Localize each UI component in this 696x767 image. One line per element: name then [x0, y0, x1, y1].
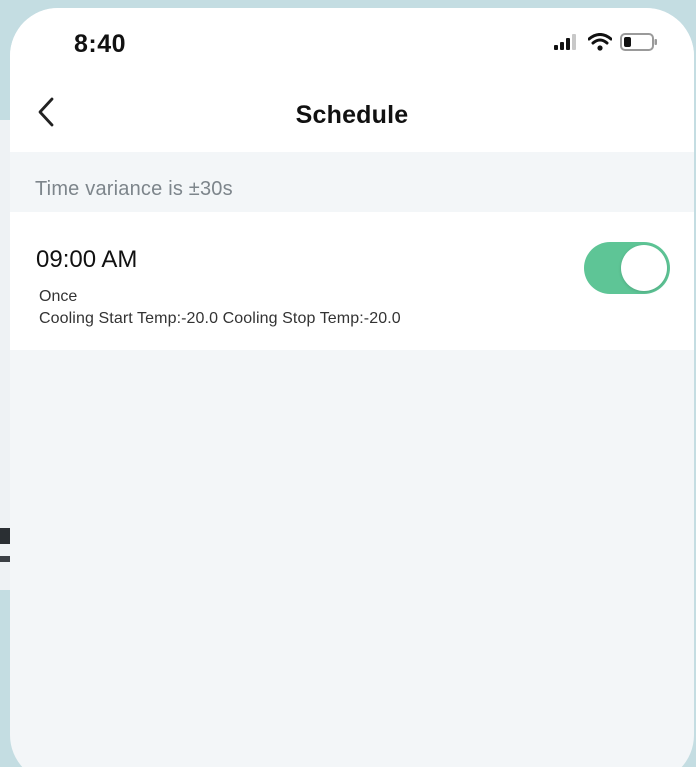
status-time: 8:40: [74, 30, 127, 58]
battery-icon: [620, 32, 658, 56]
phone-screen: 8:40 Schedule Time variance is ±30s 09:0…: [10, 8, 694, 767]
status-icons: [554, 32, 658, 56]
schedule-repeat: Once: [39, 288, 78, 305]
wifi-icon: [587, 32, 613, 56]
header: 8:40 Schedule: [10, 8, 694, 152]
schedule-enable-toggle[interactable]: [584, 242, 670, 294]
toggle-knob: [621, 245, 667, 291]
schedule-description: Cooling Start Temp:-20.0 Cooling Stop Te…: [39, 310, 401, 327]
page-title: Schedule: [295, 101, 409, 129]
schedule-item[interactable]: 09:00 AM Once Cooling Start Temp:-20.0 C…: [10, 212, 694, 350]
schedule-time: 09:00 AM: [36, 246, 138, 273]
cellular-signal-icon: [554, 33, 580, 55]
time-variance-note: Time variance is ±30s: [35, 178, 233, 200]
